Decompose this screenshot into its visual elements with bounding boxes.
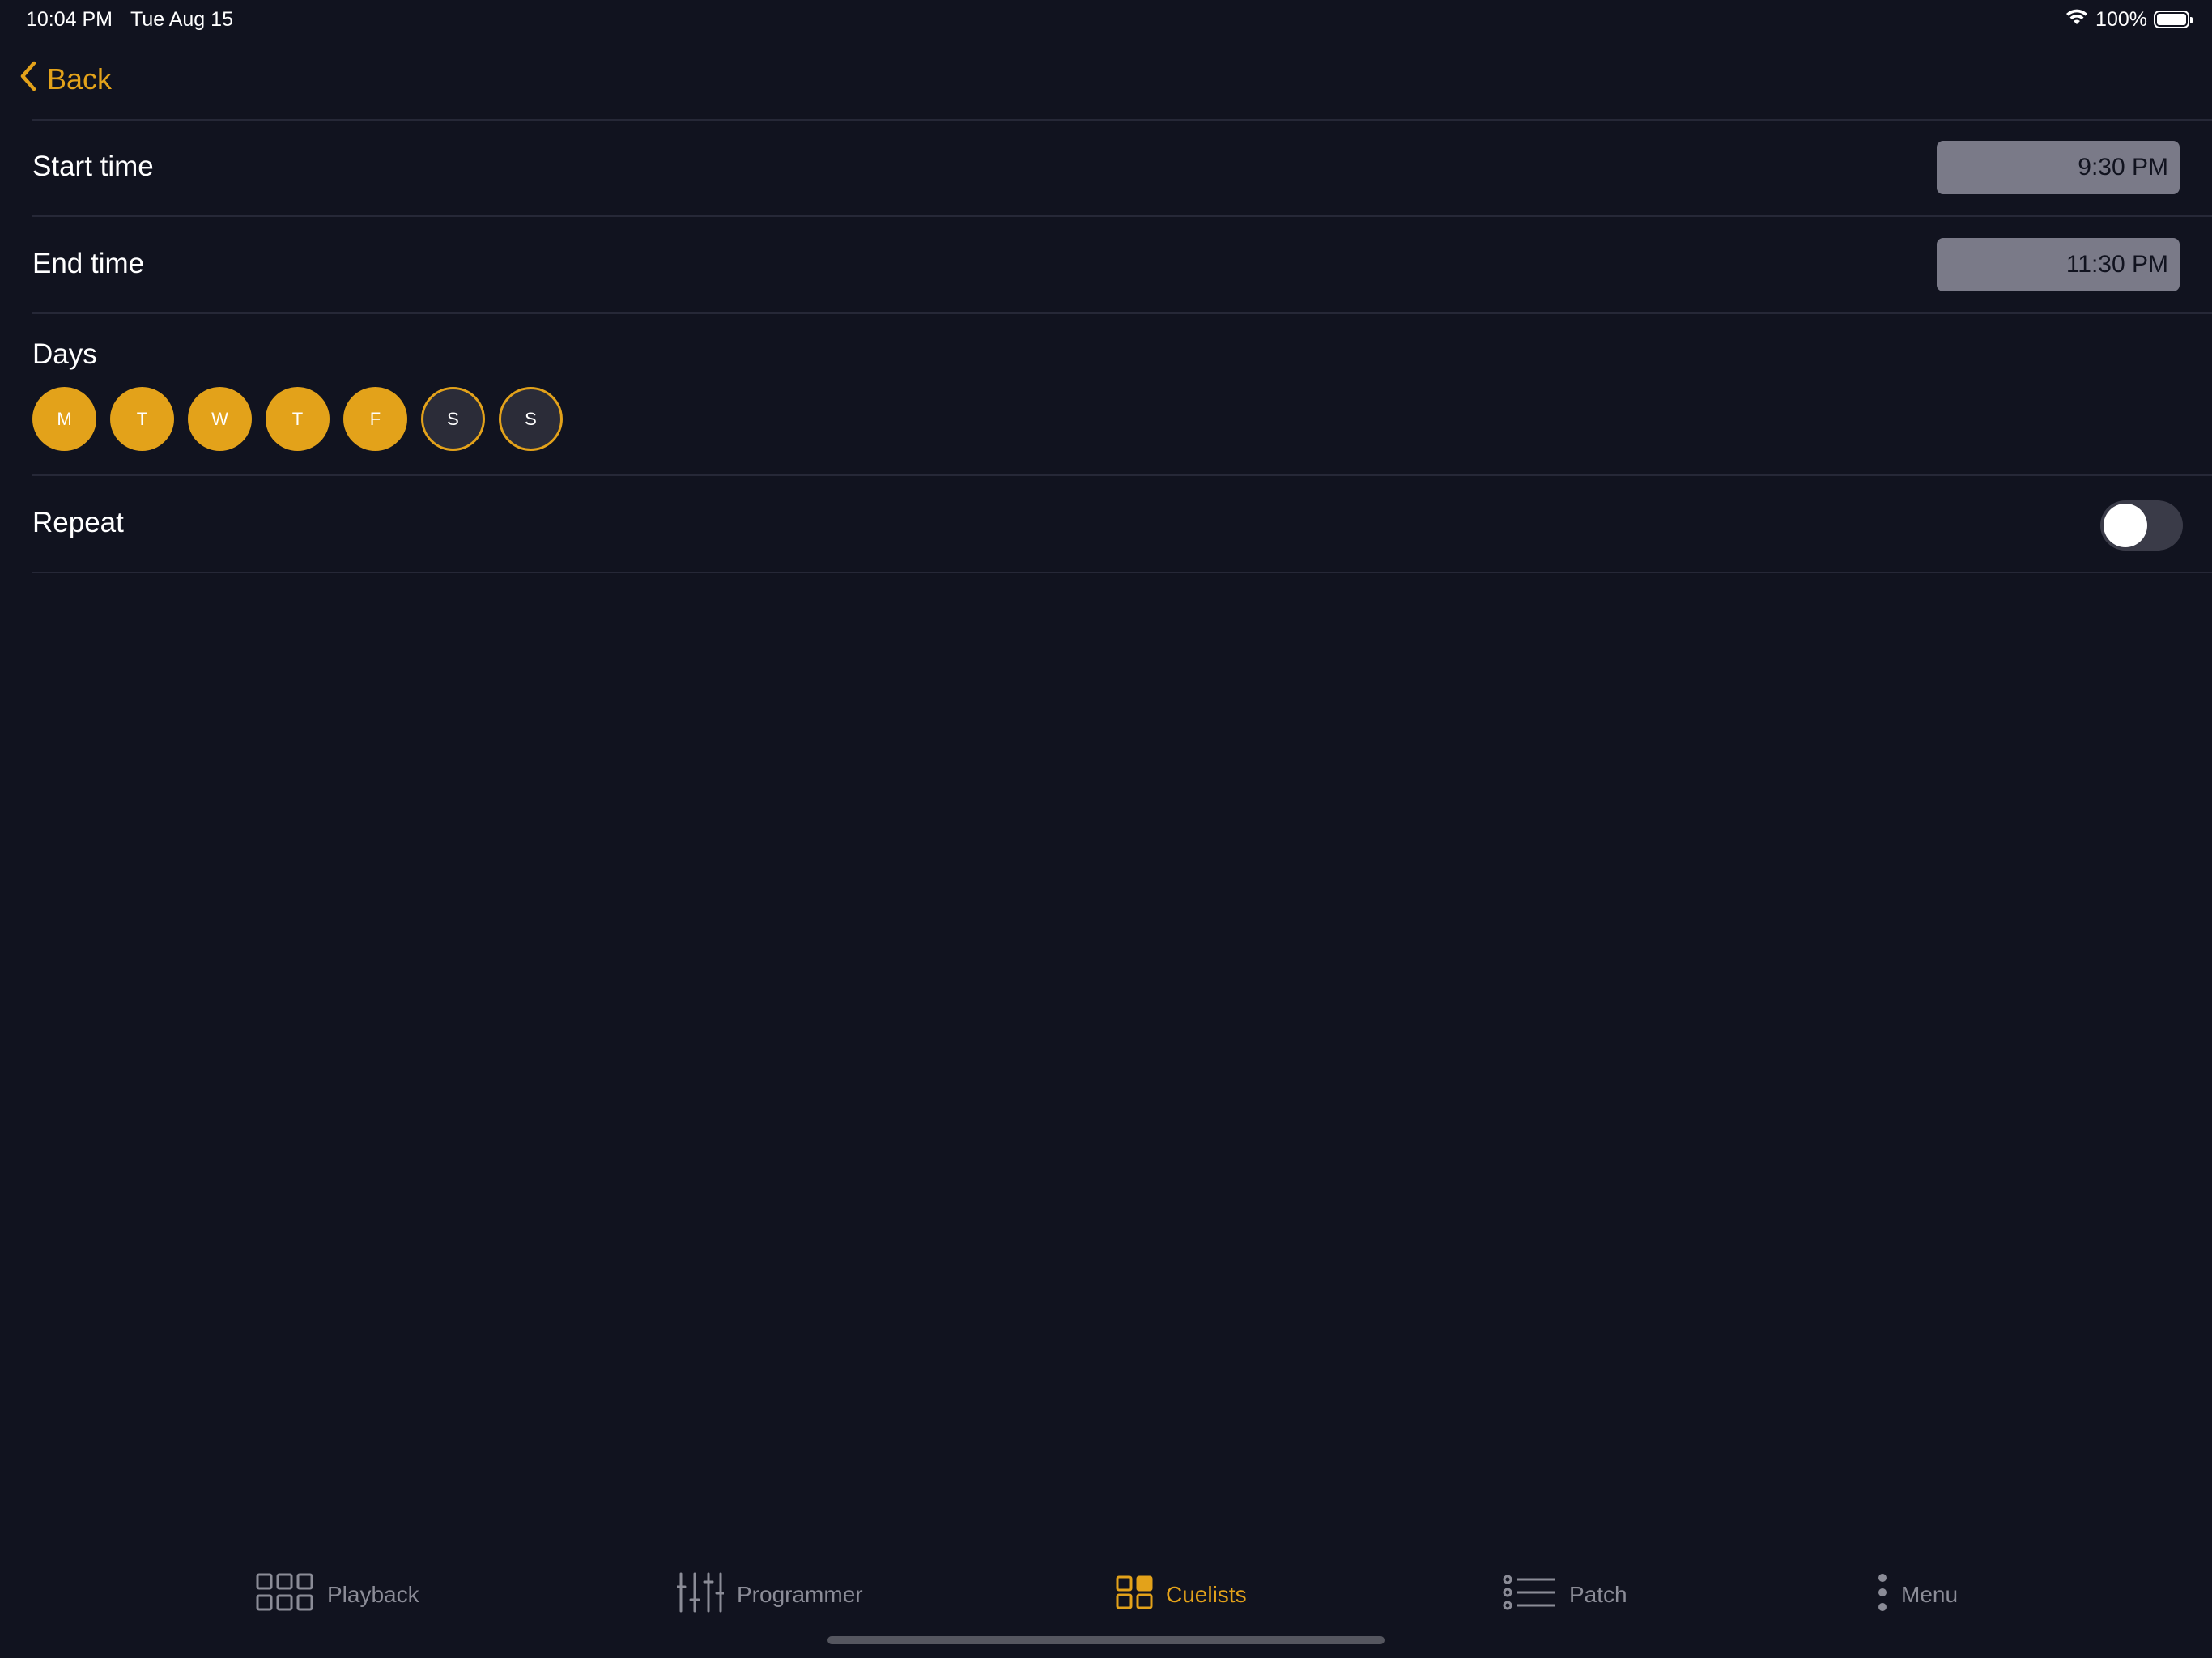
- tab-programmer[interactable]: Programmer: [675, 1562, 863, 1627]
- tab-label: Patch: [1569, 1582, 1627, 1607]
- day-toggle-tuesday[interactable]: T: [110, 387, 174, 451]
- end-time-label: End time: [32, 248, 145, 279]
- start-time-picker[interactable]: 9:30 PM: [1937, 141, 2180, 194]
- cuelists-icon: [1116, 1575, 1153, 1615]
- chevron-left-icon: [19, 61, 37, 99]
- battery-percent: 100%: [2095, 7, 2147, 31]
- status-bar-right: 100%: [2065, 6, 2193, 32]
- divider: [32, 474, 2212, 476]
- divider: [32, 215, 2212, 217]
- end-time-value: 11:30 PM: [2065, 251, 2168, 278]
- day-letter: S: [525, 408, 537, 429]
- divider: [32, 312, 2212, 314]
- list-icon: [1503, 1575, 1556, 1616]
- repeat-label: Repeat: [32, 507, 124, 538]
- tab-menu[interactable]: Menu: [1877, 1562, 1958, 1627]
- status-time: 10:04 PM: [26, 7, 113, 31]
- tab-playback[interactable]: Playback: [256, 1562, 419, 1627]
- day-letter: T: [291, 408, 304, 429]
- repeat-switch[interactable]: [2100, 500, 2183, 551]
- day-toggle-saturday[interactable]: S: [421, 387, 485, 451]
- tab-patch[interactable]: Patch: [1503, 1562, 1627, 1627]
- tab-label: Cuelists: [1166, 1582, 1247, 1607]
- more-vertical-icon: [1877, 1573, 1888, 1618]
- tab-bar: Playback Programmer Cuelists Patch Menu: [0, 1562, 2212, 1627]
- day-toggle-wednesday[interactable]: W: [188, 387, 252, 451]
- day-letter: S: [447, 408, 459, 429]
- day-letter: M: [57, 408, 72, 429]
- days-label: Days: [32, 338, 97, 370]
- back-label: Back: [47, 62, 113, 96]
- back-button[interactable]: Back: [19, 58, 112, 100]
- grid-icon: [256, 1573, 314, 1618]
- switch-knob: [2104, 504, 2147, 547]
- start-time-label: Start time: [32, 151, 154, 182]
- wifi-icon: [2065, 7, 2089, 32]
- divider: [32, 119, 2212, 121]
- end-time-picker[interactable]: 11:30 PM: [1937, 238, 2180, 291]
- battery-icon: [2154, 11, 2193, 28]
- day-letter: W: [211, 408, 228, 429]
- divider: [32, 572, 2212, 573]
- tab-label: Playback: [327, 1582, 419, 1607]
- home-indicator: [827, 1636, 1385, 1644]
- schedule-screen: 10:04 PM Tue Aug 15 100% Back Start time…: [0, 0, 2212, 1658]
- day-toggle-sunday[interactable]: S: [499, 387, 563, 451]
- day-letter: T: [136, 408, 148, 429]
- sliders-icon: [675, 1572, 725, 1618]
- day-toggle-monday[interactable]: M: [32, 387, 96, 451]
- day-toggle-friday[interactable]: F: [343, 387, 407, 451]
- tab-cuelists[interactable]: Cuelists: [1116, 1562, 1247, 1627]
- day-letter: F: [369, 408, 381, 429]
- tab-label: Menu: [1901, 1582, 1959, 1607]
- status-bar-left: 10:04 PM Tue Aug 15: [26, 6, 233, 32]
- tab-label: Programmer: [737, 1582, 863, 1607]
- status-date: Tue Aug 15: [130, 7, 233, 31]
- day-selector: M T W T F S S: [32, 387, 563, 451]
- start-time-value: 9:30 PM: [2078, 154, 2168, 181]
- day-toggle-thursday[interactable]: T: [266, 387, 330, 451]
